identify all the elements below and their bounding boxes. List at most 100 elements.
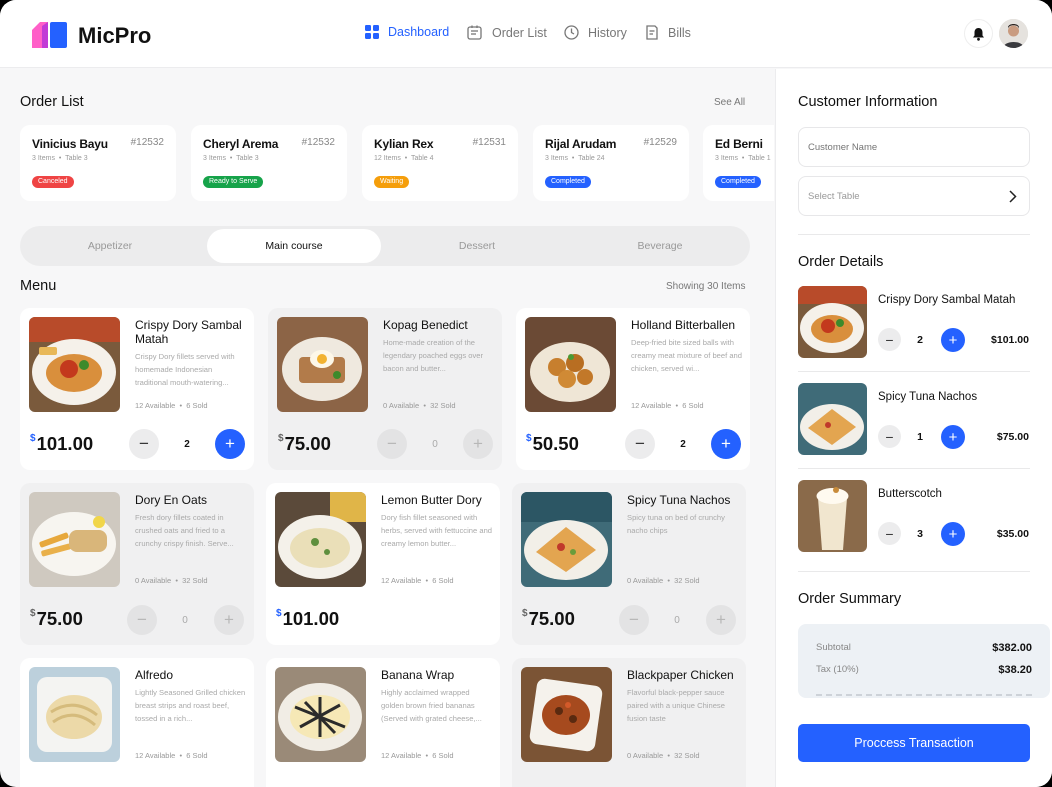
status-badge: Canceled [32,176,74,188]
tab-dessert[interactable]: Dessert [390,229,564,263]
nav-history[interactable]: History [564,25,627,40]
nav-bills-label: Bills [668,25,691,40]
order-item-name: Butterscotch [878,488,942,500]
summary-box: Subtotal $382.00 Tax (10%) $38.20 [798,624,1050,698]
menu-item-stock: 12 Available • 6 Sold [135,401,208,410]
order-item-image [798,480,867,552]
increase-button[interactable]: + [214,605,244,635]
order-card[interactable]: Cheryl Arema #12532 3 Items • Table 3 Re… [191,125,347,201]
increase-button[interactable]: + [941,328,965,352]
increase-button[interactable]: + [711,429,741,459]
see-all-link[interactable]: See All [714,97,745,108]
tab-appetizer[interactable]: Appetizer [23,229,197,263]
menu-card[interactable]: Lemon Butter Dory Dory fish fillet seaso… [266,483,500,705]
menu-item-stock: 0 Available • 32 Sold [627,576,700,585]
menu-card[interactable]: Crispy Dory Sambal Matah Crispy Dory fil… [20,308,254,470]
nav-dashboard[interactable]: Dashboard [365,25,449,39]
showing-count: Showing 30 Items [666,281,746,292]
order-summary-title: Order Summary [798,591,902,607]
menu-item-stock: 0 Available • 32 Sold [383,401,456,410]
menu-card[interactable]: Holland Bitterballen Deep-fried bite siz… [516,308,750,470]
order-customer-name: Vinicius Bayu [32,137,108,151]
increase-button[interactable]: + [941,425,965,449]
order-card[interactable]: Ed Berni 3 Items • Table 1 Completed [703,125,774,201]
nav-dashboard-label: Dashboard [388,25,450,39]
nav-order-list[interactable]: Order List [467,25,547,40]
food-image [29,667,120,762]
clock-icon [564,25,579,40]
order-item-name: Crispy Dory Sambal Matah [878,294,1016,306]
receipt-icon [645,25,659,40]
order-side-panel: Customer Information Select Table Order … [775,69,1052,787]
menu-card[interactable]: Alfredo Lightly Seasoned Grilled chicken… [20,658,254,787]
decrease-button[interactable]: − [878,425,901,448]
status-badge: Completed [715,176,761,188]
decrease-button[interactable]: − [878,328,901,351]
tab-main-course[interactable]: Main course [207,229,381,263]
order-item-name: Spicy Tuna Nachos [878,391,978,403]
increase-button[interactable]: + [463,429,493,459]
menu-card[interactable]: Spicy Tuna Nachos Spicy tuna on bed of c… [512,483,746,645]
order-card[interactable]: Rijal Arudam #12529 3 Items • Table 24 C… [533,125,689,201]
customer-name-input[interactable] [798,127,1030,167]
food-image [521,492,612,587]
menu-item-desc: Spicy tuna on bed of crunchy nacho chips [627,513,725,535]
order-number: #12532 [301,137,335,148]
order-item-price: $101.00 [991,334,1029,346]
avatar[interactable] [999,19,1028,48]
order-list-title: Order List [20,94,84,110]
menu-item-desc: Home-made creation of the legendary poac… [383,338,484,373]
menu-item-desc: Flavorful black-pepper sauce paired with… [627,688,725,723]
quantity-value: 0 [182,615,188,626]
menu-item-desc: Lightly Seasoned Grilled chicken breast … [135,688,246,723]
menu-item-stock: 0 Available • 32 Sold [135,576,208,585]
order-card[interactable]: Kylian Rex #12531 12 Items • Table 4 Wai… [362,125,518,201]
tax-row: Tax (10%) $38.20 [816,664,1032,676]
increase-button[interactable]: + [706,605,736,635]
menu-item-price: $50.50 [526,433,579,454]
decrease-button[interactable]: − [625,429,655,459]
menu-item-name: Blackpaper Chicken [627,668,734,682]
decrease-button[interactable]: − [878,522,901,545]
menu-item-price: $101.00 [30,433,94,454]
menu-item-name: Kopag Benedict [383,318,468,332]
menu-card[interactable]: Blackpaper Chicken Flavorful black-peppe… [512,658,746,787]
nav-bills[interactable]: Bills [645,25,691,40]
order-item-price: $75.00 [996,431,1029,443]
decrease-button[interactable]: − [619,605,649,635]
divider [798,234,1030,235]
order-number: #12532 [130,137,164,148]
decrease-button[interactable]: − [377,429,407,459]
order-number: #12531 [472,137,506,148]
notification-button[interactable] [964,19,993,48]
menu-card[interactable]: Kopag Benedict Home-made creation of the… [268,308,502,470]
order-item-image [798,383,867,455]
chevron-right-icon [1009,190,1017,203]
decrease-button[interactable]: − [129,429,159,459]
order-item-image [798,286,867,358]
divider [798,371,1030,372]
quantity-value: 2 [680,439,686,450]
menu-item-price: $75.00 [278,433,331,454]
quantity-value: 2 [184,439,190,450]
order-item-price: $35.00 [996,528,1029,540]
food-image [275,667,366,762]
menu-card[interactable]: Dory En Oats Fresh dory fillets coated i… [20,483,254,645]
menu-item-stock: 12 Available • 6 Sold [135,751,208,760]
bell-icon [973,27,984,41]
tab-beverage[interactable]: Beverage [573,229,747,263]
logo-icon [32,22,67,48]
order-meta: 3 Items • Table 3 [32,155,88,162]
process-transaction-button[interactable]: Proccess Transaction [798,724,1030,762]
subtotal-row: Subtotal $382.00 [816,642,1032,654]
select-table-label: Select Table [808,190,860,202]
menu-card[interactable]: Banana Wrap Highly acclaimed wrapped gol… [266,658,500,787]
select-table-dropdown[interactable]: Select Table [798,176,1030,216]
decrease-button[interactable]: − [127,605,157,635]
increase-button[interactable]: + [941,522,965,546]
order-card[interactable]: Vinicius Bayu #12532 3 Items • Table 3 C… [20,125,176,201]
increase-button[interactable]: + [215,429,245,459]
brand-name: MicPro [78,23,152,48]
food-image [275,492,366,587]
menu-item-price: $101.00 [276,608,340,629]
